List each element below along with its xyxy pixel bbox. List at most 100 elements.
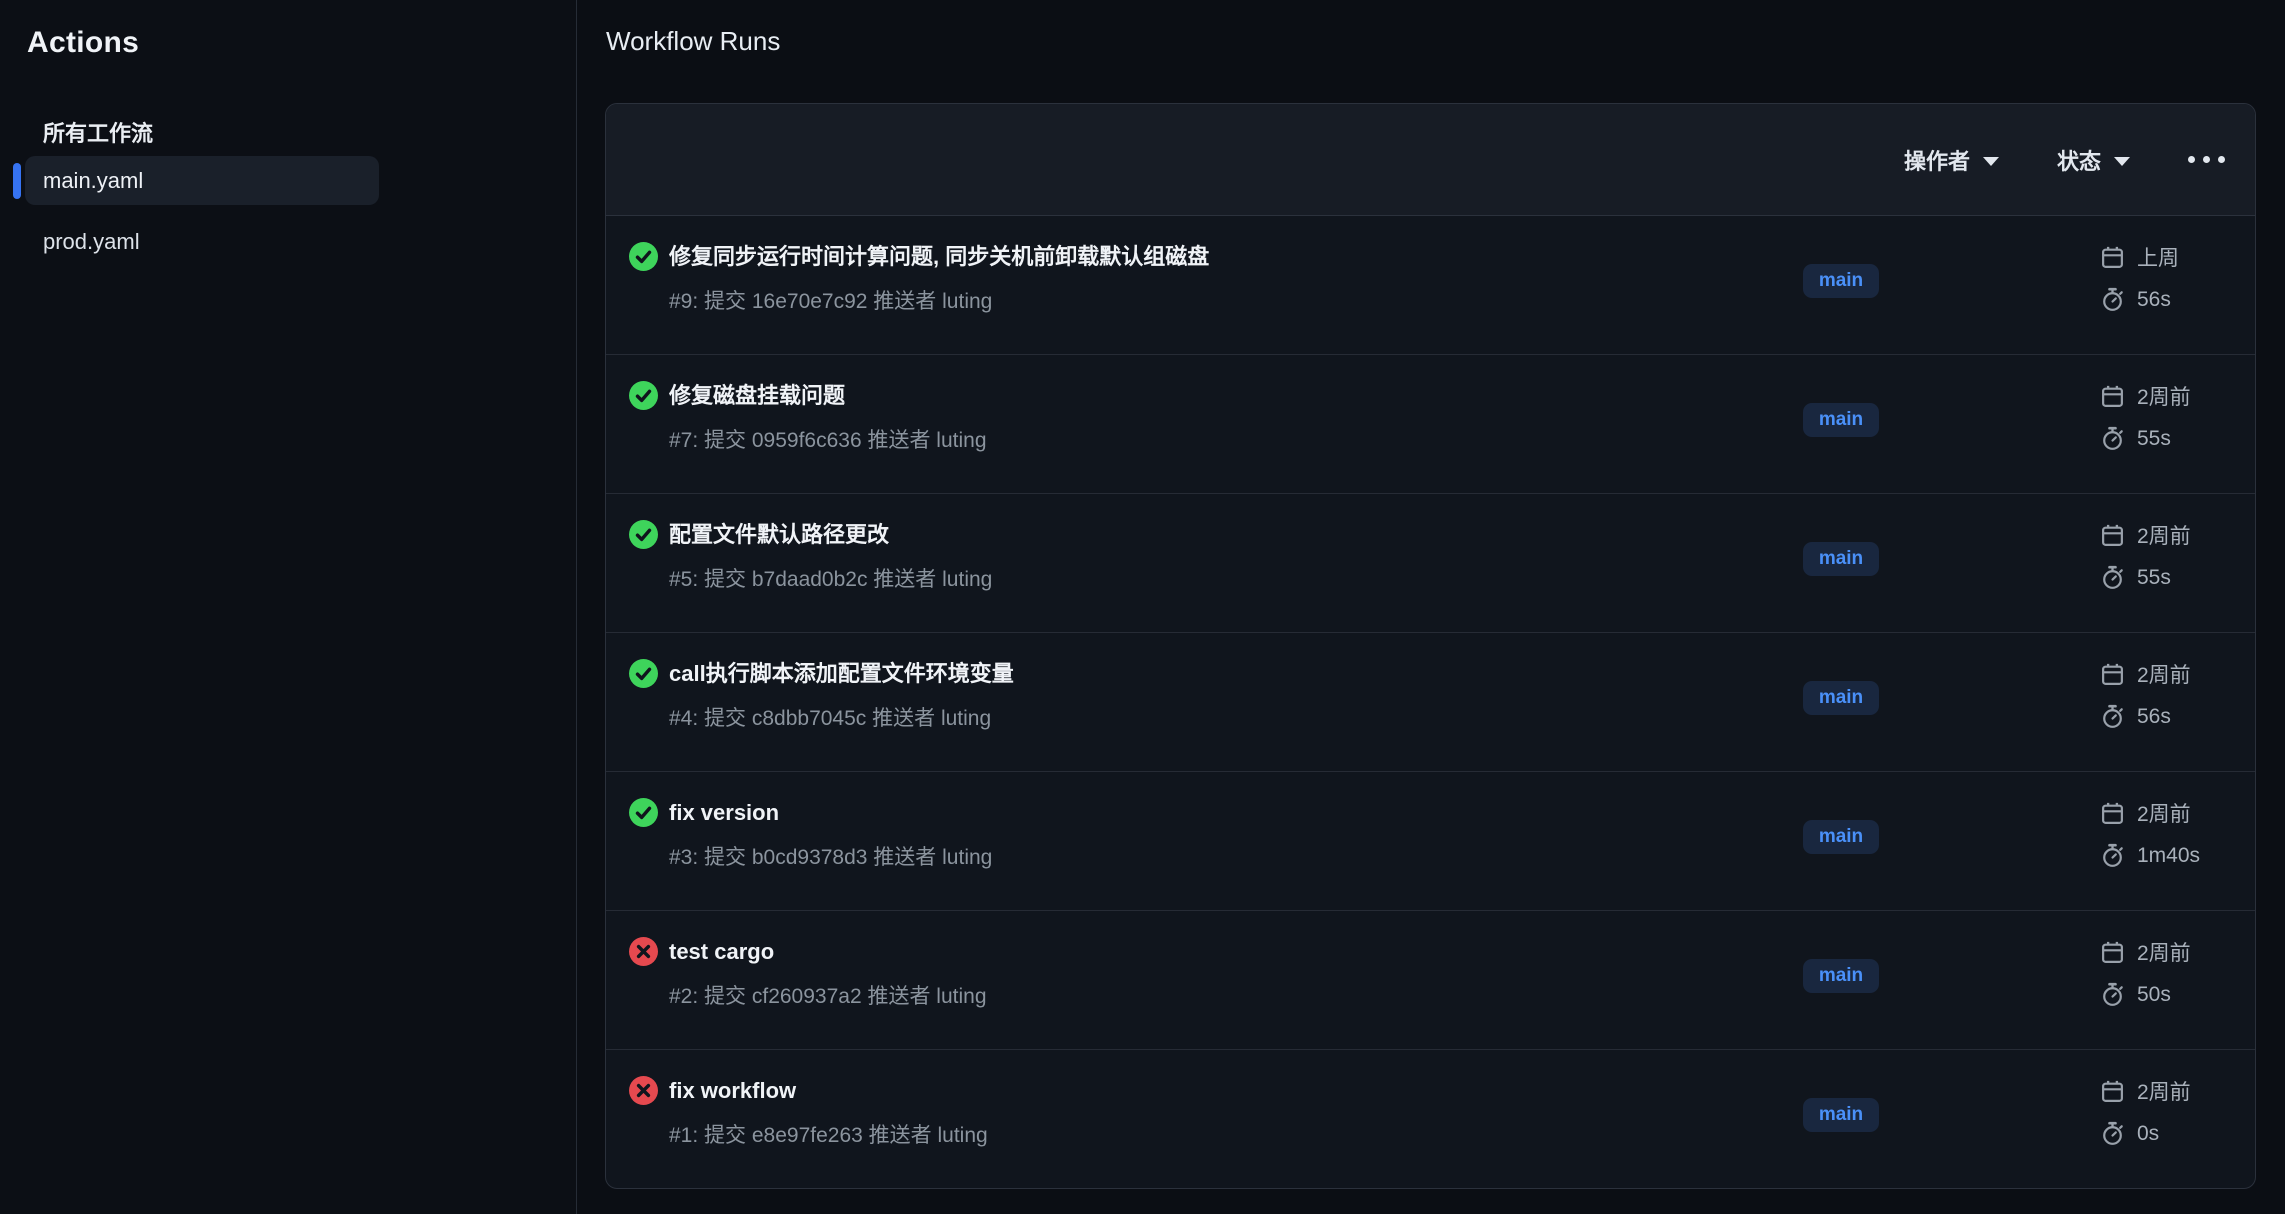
actor-filter-label: 操作者 [1904, 144, 1970, 176]
run-date-line: 2周前 [2100, 520, 2191, 550]
run-duration-line: 56s [2100, 287, 2179, 312]
run-date: 2周前 [2137, 798, 2191, 828]
run-duration-line: 1m40s [2100, 843, 2200, 868]
x-circle-fill-icon [629, 1076, 658, 1105]
run-text: 配置文件默认路径更改 #5: 提交 b7daad0b2c 推送者 luting [669, 521, 992, 592]
run-duration: 56s [2137, 705, 2171, 729]
workflow-run-row[interactable]: call执行脚本添加配置文件环境变量 #4: 提交 c8dbb7045c 推送者… [606, 633, 2255, 772]
run-title[interactable]: fix version [669, 799, 992, 826]
run-commit-info: #7: 提交 0959f6c636 推送者 luting [669, 428, 987, 453]
run-commit-info: #5: 提交 b7daad0b2c 推送者 luting [669, 567, 992, 592]
x-circle-fill-icon [629, 937, 658, 966]
check-circle-fill-icon [629, 659, 658, 688]
branch-badge[interactable]: main [1803, 542, 1879, 576]
run-commit-info: #9: 提交 16e70e7c92 推送者 luting [669, 289, 1209, 314]
run-text: fix workflow #1: 提交 e8e97fe263 推送者 lutin… [669, 1077, 988, 1148]
run-date: 2周前 [2137, 659, 2191, 689]
workflow-nav: main.yaml prod.yaml [25, 156, 379, 278]
run-title[interactable]: 配置文件默认路径更改 [669, 521, 992, 548]
stopwatch-icon [2100, 426, 2125, 451]
run-duration: 55s [2137, 427, 2171, 451]
runs-filter-bar: 操作者 状态 [606, 104, 2255, 216]
run-date-line: 上周 [2100, 242, 2179, 272]
run-text: test cargo #2: 提交 cf260937a2 推送者 luting [669, 938, 987, 1009]
check-circle-fill-icon [629, 798, 658, 827]
calendar-icon [2100, 384, 2125, 409]
sidebar-title: Actions [27, 26, 139, 60]
run-text: call执行脚本添加配置文件环境变量 #4: 提交 c8dbb7045c 推送者… [669, 660, 1014, 731]
branch-badge[interactable]: main [1803, 1098, 1879, 1132]
run-duration-line: 56s [2100, 704, 2191, 729]
branch-badge-wrap: main [1776, 959, 1906, 993]
workflow-run-row[interactable]: 修复磁盘挂载问题 #7: 提交 0959f6c636 推送者 luting ma… [606, 355, 2255, 494]
status-icon [629, 937, 658, 966]
run-title[interactable]: fix workflow [669, 1077, 988, 1104]
check-circle-fill-icon [629, 381, 658, 410]
sidebar-item-label: prod.yaml [43, 229, 140, 255]
sidebar-item-main-yaml[interactable]: main.yaml [25, 156, 379, 205]
run-duration-line: 55s [2100, 565, 2191, 590]
run-commit-info: #1: 提交 e8e97fe263 推送者 luting [669, 1123, 988, 1148]
run-date: 2周前 [2137, 1076, 2191, 1106]
branch-badge-wrap: main [1776, 403, 1906, 437]
run-date-line: 2周前 [2100, 937, 2191, 967]
run-date-line: 2周前 [2100, 659, 2191, 689]
run-duration: 0s [2137, 1122, 2159, 1146]
workflow-run-row[interactable]: test cargo #2: 提交 cf260937a2 推送者 luting … [606, 911, 2255, 1050]
run-meta: 2周前 56s [2100, 659, 2191, 729]
branch-badge-wrap: main [1776, 820, 1906, 854]
status-filter-label: 状态 [2057, 144, 2101, 176]
status-icon [629, 659, 658, 688]
all-workflows-label[interactable]: 所有工作流 [43, 116, 153, 148]
run-title[interactable]: 修复同步运行时间计算问题, 同步关机前卸载默认组磁盘 [669, 243, 1209, 270]
chevron-down-icon [2114, 157, 2130, 166]
run-date-line: 2周前 [2100, 381, 2191, 411]
stopwatch-icon [2100, 1121, 2125, 1146]
branch-badge-wrap: main [1776, 264, 1906, 298]
run-text: fix version #3: 提交 b0cd9378d3 推送者 luting [669, 799, 992, 870]
branch-badge-wrap: main [1776, 1098, 1906, 1132]
branch-badge[interactable]: main [1803, 959, 1879, 993]
run-date: 2周前 [2137, 520, 2191, 550]
actor-filter-dropdown[interactable]: 操作者 [1904, 144, 1999, 176]
run-commit-info: #2: 提交 cf260937a2 推送者 luting [669, 984, 987, 1009]
run-duration: 56s [2137, 288, 2171, 312]
status-icon [629, 381, 658, 410]
run-title[interactable]: test cargo [669, 938, 987, 965]
run-meta: 2周前 1m40s [2100, 798, 2200, 868]
branch-badge[interactable]: main [1803, 264, 1879, 298]
branch-badge[interactable]: main [1803, 681, 1879, 715]
run-title[interactable]: call执行脚本添加配置文件环境变量 [669, 660, 1014, 687]
runs-list: 修复同步运行时间计算问题, 同步关机前卸载默认组磁盘 #9: 提交 16e70e… [606, 216, 2255, 1189]
branch-badge-wrap: main [1776, 681, 1906, 715]
stopwatch-icon [2100, 704, 2125, 729]
workflow-run-row[interactable]: fix workflow #1: 提交 e8e97fe263 推送者 lutin… [606, 1050, 2255, 1189]
run-meta: 2周前 55s [2100, 520, 2191, 590]
run-meta: 2周前 50s [2100, 937, 2191, 1007]
stopwatch-icon [2100, 287, 2125, 312]
kebab-horizontal-icon[interactable] [2188, 145, 2225, 175]
calendar-icon [2100, 1079, 2125, 1104]
branch-badge[interactable]: main [1803, 403, 1879, 437]
run-duration: 1m40s [2137, 844, 2200, 868]
run-title[interactable]: 修复磁盘挂载问题 [669, 382, 987, 409]
status-icon [629, 798, 658, 827]
actions-sidebar: Actions 所有工作流 main.yaml prod.yaml [0, 0, 577, 1214]
run-text: 修复磁盘挂载问题 #7: 提交 0959f6c636 推送者 luting [669, 382, 987, 453]
status-icon [629, 520, 658, 549]
calendar-icon [2100, 940, 2125, 965]
selected-indicator [13, 163, 21, 199]
run-date-line: 2周前 [2100, 1076, 2191, 1106]
sidebar-item-prod-yaml[interactable]: prod.yaml [25, 217, 379, 266]
workflow-run-row[interactable]: 修复同步运行时间计算问题, 同步关机前卸载默认组磁盘 #9: 提交 16e70e… [606, 216, 2255, 355]
calendar-icon [2100, 523, 2125, 548]
run-text: 修复同步运行时间计算问题, 同步关机前卸载默认组磁盘 #9: 提交 16e70e… [669, 243, 1209, 314]
calendar-icon [2100, 662, 2125, 687]
branch-badge-wrap: main [1776, 542, 1906, 576]
status-filter-dropdown[interactable]: 状态 [2057, 144, 2130, 176]
workflow-run-row[interactable]: fix version #3: 提交 b0cd9378d3 推送者 luting… [606, 772, 2255, 911]
branch-badge[interactable]: main [1803, 820, 1879, 854]
calendar-icon [2100, 245, 2125, 270]
check-circle-fill-icon [629, 520, 658, 549]
workflow-run-row[interactable]: 配置文件默认路径更改 #5: 提交 b7daad0b2c 推送者 luting … [606, 494, 2255, 633]
